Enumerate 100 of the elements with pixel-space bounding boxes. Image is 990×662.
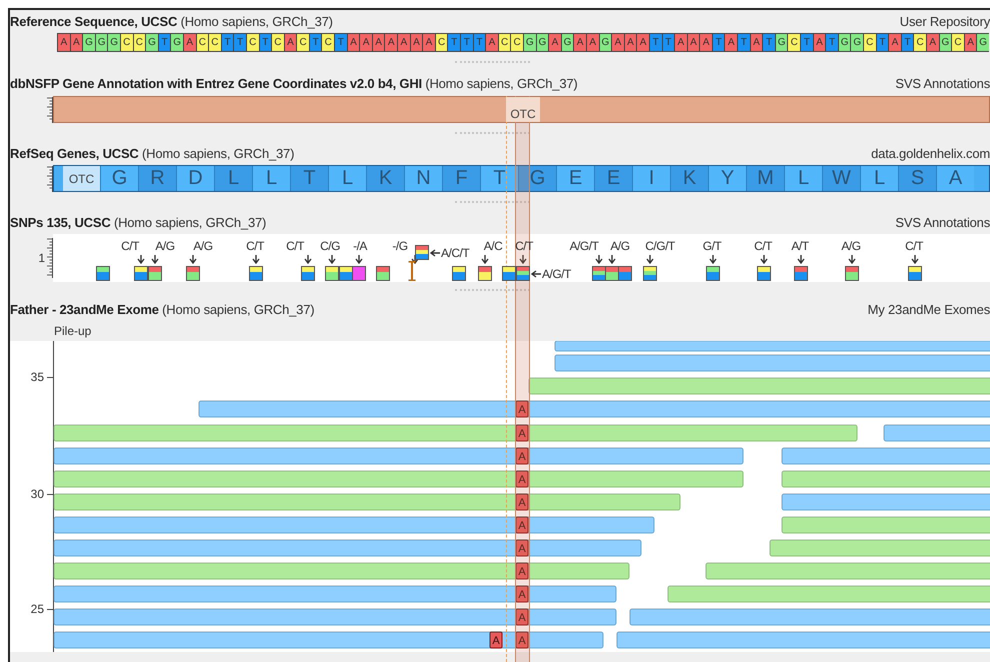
amino-acid-cell: L xyxy=(252,166,290,191)
sequence-read[interactable] xyxy=(54,494,680,510)
snp-marker[interactable] xyxy=(757,266,771,281)
base-cell: G xyxy=(536,33,548,52)
snp-marker[interactable] xyxy=(452,266,466,281)
arrow-down-icon xyxy=(760,255,768,264)
sequence-read[interactable] xyxy=(528,378,990,394)
base-cell: A xyxy=(611,33,624,52)
mismatch-base: A xyxy=(516,470,528,488)
snp-allele-label: A/C xyxy=(484,239,502,253)
base-cell: G xyxy=(94,33,108,52)
amino-acid-cell: E xyxy=(594,166,632,191)
base-cell: T xyxy=(648,33,662,52)
axis-tick-label: 1 xyxy=(38,251,45,265)
scale-icon xyxy=(47,166,53,192)
snp-marker[interactable] xyxy=(339,266,353,281)
insertion-icon[interactable] xyxy=(408,261,416,281)
base-cell: T xyxy=(800,33,813,52)
sequence-read[interactable] xyxy=(884,424,990,442)
snp-marker[interactable] xyxy=(301,266,315,281)
snp-marker[interactable] xyxy=(643,266,657,281)
sequence-read[interactable] xyxy=(198,400,990,418)
base-cell: C xyxy=(321,33,334,52)
mismatch-base: A xyxy=(516,448,528,464)
mismatch-base: A xyxy=(490,632,502,648)
snp-marker[interactable] xyxy=(148,266,162,281)
snp-marker[interactable] xyxy=(325,266,339,281)
arrow-left-icon xyxy=(531,270,541,278)
axis-tick-label: 30 xyxy=(30,487,44,501)
base-cell: C xyxy=(132,33,146,52)
snp-allele-label: C/G xyxy=(320,239,340,253)
sequence-read[interactable] xyxy=(54,562,630,580)
base-cell: C xyxy=(510,33,523,52)
snp-allele-label: C/T xyxy=(286,239,304,253)
amino-acid-cell: N xyxy=(404,166,442,191)
sequence-read[interactable] xyxy=(616,632,990,648)
snp-allele-label: A/C/T xyxy=(441,246,470,260)
base-cell: C xyxy=(296,33,309,52)
gene-bar[interactable]: OTC xyxy=(53,96,990,123)
sequence-read[interactable] xyxy=(54,424,858,442)
snp-marker[interactable] xyxy=(186,266,200,281)
mismatch-base: A xyxy=(516,494,528,510)
base-cell: T xyxy=(460,33,473,52)
base-cell: C xyxy=(787,33,800,52)
base-cell: A xyxy=(397,33,410,52)
sequence-read[interactable] xyxy=(54,632,604,648)
base-cell: G xyxy=(976,33,989,52)
snp-allele-label: G/T xyxy=(702,239,722,253)
base-cell: T xyxy=(258,33,272,52)
arrow-down-icon xyxy=(328,255,336,264)
gene-label: OTC xyxy=(506,97,540,122)
sequence-read[interactable] xyxy=(770,540,990,556)
sequence-read[interactable] xyxy=(782,516,990,534)
mismatch-base: A xyxy=(516,632,528,648)
mismatch-base: A xyxy=(516,516,528,534)
snp-marker[interactable] xyxy=(96,266,110,281)
amino-acid-cell: L xyxy=(328,166,366,191)
snp-marker[interactable] xyxy=(605,266,619,281)
sequence-read[interactable] xyxy=(54,448,744,464)
sequence-read[interactable] xyxy=(54,540,642,556)
sequence-read[interactable] xyxy=(54,516,654,534)
sequence-read[interactable] xyxy=(554,354,990,372)
sequence-read[interactable] xyxy=(54,586,616,602)
transcript-bar[interactable]: OTC G R D L L T L K N F T G E E I K Y M L W L S A xyxy=(53,165,990,192)
snp-marker[interactable] xyxy=(134,266,148,281)
snp-marker[interactable] xyxy=(618,266,632,281)
base-cell: G xyxy=(145,33,158,52)
snp-marker[interactable] xyxy=(415,245,429,260)
sequence-read[interactable] xyxy=(668,586,990,602)
amino-acid-cell: Y xyxy=(708,166,746,191)
sequence-read[interactable] xyxy=(54,608,616,626)
amino-acid-cell: K xyxy=(366,166,404,191)
sequence-read[interactable] xyxy=(782,448,990,464)
snp-marker[interactable] xyxy=(794,266,808,281)
sequence-read[interactable] xyxy=(54,470,744,488)
base-cell: T xyxy=(825,33,838,52)
snp-marker[interactable] xyxy=(592,266,606,281)
arrow-down-icon xyxy=(252,255,260,264)
base-cell: T xyxy=(737,33,750,52)
sequence-read[interactable] xyxy=(630,608,990,626)
track-title: RefSeq Genes, UCSC (Homo sapiens, GRCh_37) xyxy=(10,146,294,161)
snp-marker[interactable] xyxy=(249,266,263,281)
track-title: SNPs 135, UCSC (Homo sapiens, GRCh_37) xyxy=(10,215,266,230)
sequence-read[interactable] xyxy=(554,341,990,352)
snp-marker[interactable] xyxy=(706,266,720,281)
arrow-down-icon xyxy=(595,255,603,264)
snp-marker[interactable] xyxy=(478,266,492,281)
base-cell: T xyxy=(220,33,234,52)
snp-marker[interactable] xyxy=(516,266,530,281)
arrow-down-icon xyxy=(481,255,489,264)
snp-marker[interactable] xyxy=(908,266,922,281)
amino-acid-cell: G xyxy=(100,166,138,191)
base-cell: T xyxy=(762,33,775,52)
sequence-read[interactable] xyxy=(782,494,990,510)
snp-marker[interactable] xyxy=(376,266,390,281)
snp-marker[interactable] xyxy=(845,266,859,281)
snp-marker[interactable] xyxy=(502,266,516,281)
sequence-read[interactable] xyxy=(706,562,990,580)
base-cell: C xyxy=(951,33,964,52)
sequence-read[interactable] xyxy=(782,470,990,488)
